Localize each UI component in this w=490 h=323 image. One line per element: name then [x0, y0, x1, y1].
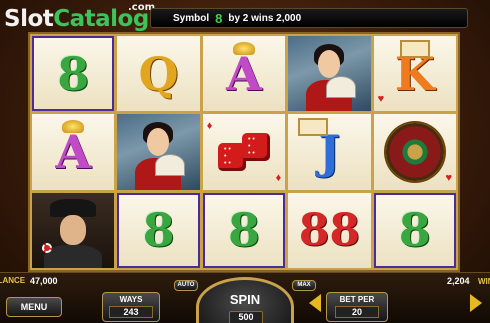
reel-symbol: J — [288, 114, 371, 190]
reel-symbol: 8 — [32, 36, 115, 112]
symbol-eight: 8 — [142, 203, 175, 258]
spin-bet-value: 500 — [229, 311, 263, 323]
symbol-eight: 8 — [227, 203, 260, 258]
symbol-letter-a: A — [55, 124, 92, 179]
reel-symbol — [288, 36, 371, 112]
reel-symbol: 8 — [202, 192, 286, 268]
symbol-eight: 8 — [398, 203, 431, 258]
reel-frame: 8QAK♥A♦♦J♥88888 — [28, 32, 460, 272]
auto-button[interactable]: AUTO — [174, 280, 198, 291]
ways-button[interactable]: WAYS 243 — [102, 292, 160, 322]
logo-slot-text: Slot — [4, 6, 54, 32]
card-frame-icon — [399, 40, 430, 58]
bet-decrease-arrow-icon[interactable] — [309, 294, 321, 312]
reel-symbol: 8 — [117, 192, 200, 268]
spin-label: SPIN — [229, 292, 261, 307]
reel-symbol: Q — [117, 36, 200, 112]
ways-label: WAYS — [119, 295, 143, 304]
menu-button[interactable]: MENU — [6, 297, 62, 317]
win-value: 2,204 — [447, 276, 470, 286]
bet-per-button[interactable]: BET PER 20 — [326, 292, 388, 322]
lady-with-fan-icon — [117, 114, 200, 190]
bet-increase-arrow-icon[interactable] — [470, 294, 482, 312]
max-button[interactable]: MAX — [292, 280, 316, 291]
reel-grid: 8QAK♥A♦♦J♥88888 — [32, 36, 456, 268]
symbol-double-eight: 88 — [298, 204, 360, 256]
reel-symbol: ♦♦ — [202, 114, 286, 190]
reel-symbol: 88 — [288, 192, 371, 268]
gold-ingot-icon — [62, 120, 85, 134]
reel-symbol: ♥ — [373, 114, 456, 190]
win-banner: Symbol 8 by 2 wins 2,000 — [150, 8, 468, 28]
win-label: WIN — [478, 277, 490, 286]
reel-symbol: 8 — [373, 192, 456, 268]
reel-symbol: A — [32, 114, 115, 190]
symbol-letter-q: Q — [138, 46, 179, 101]
roulette-wheel-icon — [385, 122, 444, 181]
diamond-suit-icon: ♦ — [275, 171, 282, 184]
win-banner-prefix: Symbol — [173, 12, 210, 24]
win-banner-suffix: by 2 wins 2,000 — [228, 12, 302, 24]
bet-per-value: 20 — [335, 306, 379, 318]
gangster-icon — [32, 192, 115, 268]
win-banner-symbol: 8 — [215, 10, 223, 26]
bet-per-label: BET PER — [339, 295, 375, 304]
card-frame-icon — [298, 118, 329, 137]
symbol-eight: 8 — [57, 46, 90, 101]
lady-with-fan-icon — [288, 36, 371, 112]
balance-label: BALANCE — [0, 276, 26, 285]
ways-value: 243 — [109, 306, 153, 318]
heart-suit-icon: ♥ — [445, 171, 452, 184]
dice-icon — [214, 129, 274, 175]
gold-ingot-icon — [232, 42, 255, 55]
reel-symbol: A — [202, 36, 286, 112]
reel-symbol — [32, 192, 115, 268]
diamond-suit-icon: ♦ — [206, 120, 213, 133]
balance-value: 47,000 — [30, 276, 58, 286]
heart-suit-icon: ♥ — [377, 93, 385, 106]
reel-symbol — [117, 114, 200, 190]
reel-symbol: K ♥ — [373, 36, 456, 112]
